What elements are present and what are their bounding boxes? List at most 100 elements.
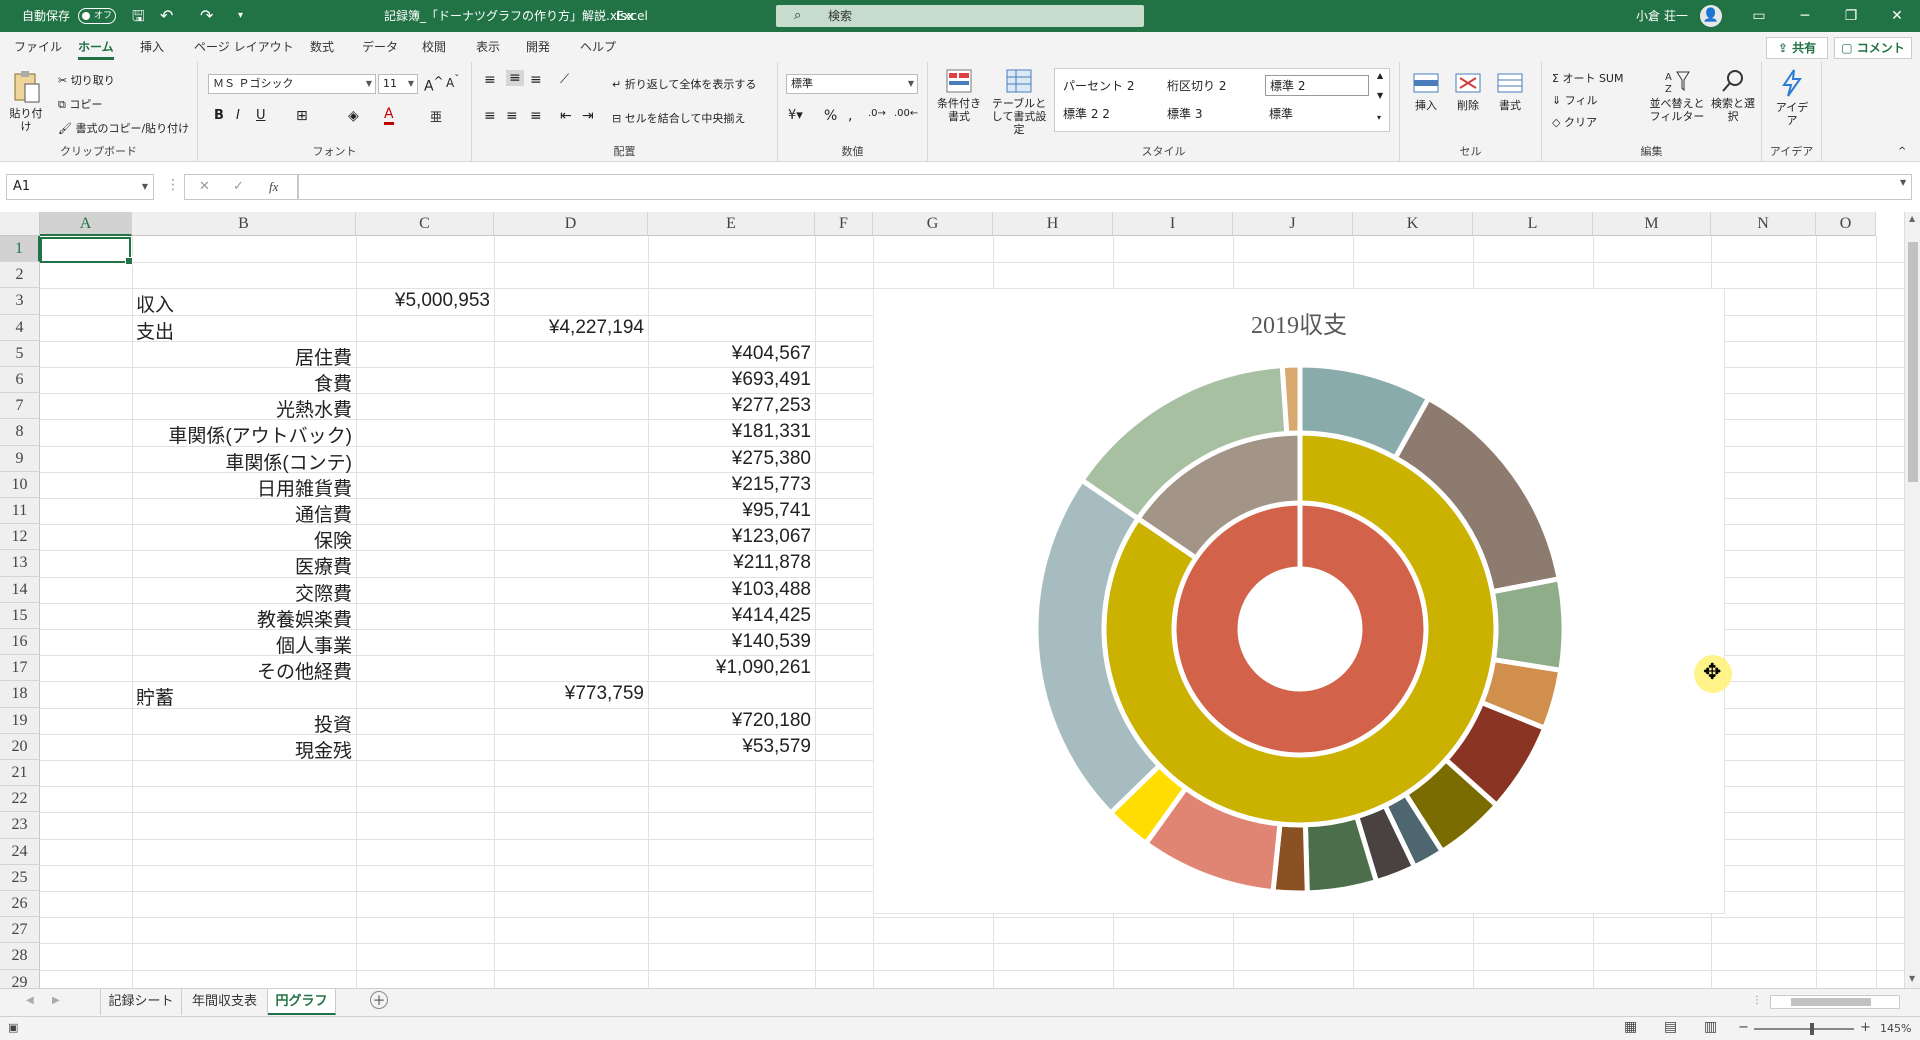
scroll-down-icon[interactable]: ▼ (1909, 974, 1915, 983)
sheet-tab-record[interactable]: 記録シート (100, 989, 182, 1015)
cell-b11[interactable]: 通信費 (132, 500, 352, 527)
macro-record-icon[interactable]: ▣ (8, 1021, 18, 1034)
formula-options-icon[interactable]: ⋮ (166, 177, 180, 193)
align-top-icon[interactable]: ≡ (484, 72, 496, 88)
row-header-18[interactable]: 18 (0, 681, 40, 708)
tab-file[interactable]: ファイル (14, 32, 62, 62)
format-as-table-button[interactable]: テーブルとして書式設定 (990, 68, 1048, 136)
cell-b20[interactable]: 現金残 (132, 736, 352, 763)
percent-icon[interactable]: % (824, 108, 837, 124)
ideas-button[interactable]: アイデア (1772, 68, 1812, 127)
cell-b15[interactable]: 教養娯楽費 (132, 605, 352, 632)
row-header-3[interactable]: 3 (0, 288, 40, 315)
merge-center-button[interactable]: ⊟ セルを結合して中央揃え (612, 110, 745, 126)
underline-icon[interactable]: U (256, 108, 266, 123)
tab-formulas[interactable]: 数式 (310, 32, 334, 62)
increase-decimal-icon[interactable]: .0→ (868, 108, 886, 119)
row-header-27[interactable]: 27 (0, 917, 40, 944)
align-right-icon[interactable]: ≡ (530, 108, 542, 124)
clear-button[interactable]: ◇ クリア (1552, 114, 1597, 130)
phonetic-icon[interactable]: 亜 (430, 108, 442, 125)
vertical-scrollbar[interactable]: ▲ ▼ (1904, 212, 1920, 988)
row-header-26[interactable]: 26 (0, 891, 40, 918)
chart-title[interactable]: 2019収支 (874, 305, 1724, 340)
tab-insert[interactable]: 挿入 (140, 32, 164, 62)
cell-e8[interactable]: ¥181,331 (648, 421, 811, 443)
add-sheet-button[interactable]: + (370, 991, 388, 1009)
currency-icon[interactable]: ¥▾ (788, 108, 803, 123)
style-percent-2[interactable]: パーセント 2 (1063, 77, 1134, 94)
gallery-up-icon[interactable]: ▲ (1377, 71, 1383, 80)
zoom-level[interactable]: 145% (1880, 1022, 1911, 1035)
conditional-formatting-button[interactable]: 条件付き書式 (936, 68, 982, 123)
row-header-2[interactable]: 2 (0, 262, 40, 289)
normal-view-icon[interactable]: ▦ (1624, 1019, 1637, 1035)
sort-filter-button[interactable]: AZ 並べ替えとフィルター (1648, 68, 1706, 123)
row-header-6[interactable]: 6 (0, 367, 40, 394)
cell-e19[interactable]: ¥720,180 (648, 710, 811, 732)
copy-button[interactable]: ⧉ コピー (58, 96, 102, 112)
comma-icon[interactable]: , (848, 108, 852, 124)
column-header-h[interactable]: H (993, 212, 1113, 236)
orientation-icon[interactable]: ⟋ (560, 72, 569, 87)
align-center-icon[interactable]: ≡ (506, 108, 518, 124)
expand-formula-icon[interactable]: ▼ (1900, 178, 1906, 187)
row-header-22[interactable]: 22 (0, 786, 40, 813)
row-header-7[interactable]: 7 (0, 393, 40, 420)
name-box[interactable]: A1 ▼ (6, 174, 154, 200)
row-header-5[interactable]: 5 (0, 340, 40, 367)
cell-b4[interactable]: 支出 (136, 317, 174, 344)
cell-b19[interactable]: 投資 (132, 710, 352, 737)
wrap-text-button[interactable]: ↵ 折り返して全体を表示する (612, 76, 756, 92)
cell-b8[interactable]: 車関係(アウトバック) (132, 421, 352, 448)
format-cells-button[interactable]: 書式 (1492, 70, 1528, 112)
row-header-1[interactable]: 1 (0, 236, 40, 263)
tab-review[interactable]: 校閲 (422, 32, 446, 62)
column-header-c[interactable]: C (356, 212, 494, 236)
style-normal-2[interactable]: 標準 2 (1265, 75, 1369, 96)
row-header-24[interactable]: 24 (0, 838, 40, 865)
row-header-29[interactable]: 29 (0, 969, 40, 988)
horizontal-scrollbar[interactable] (1770, 995, 1900, 1009)
cell-b5[interactable]: 居住費 (132, 343, 352, 370)
cancel-icon[interactable]: ✕ (199, 175, 210, 199)
user-name[interactable]: 小倉 荘一 (1636, 0, 1688, 32)
scroll-up-icon[interactable]: ▲ (1909, 214, 1915, 223)
row-header-13[interactable]: 13 (0, 550, 40, 577)
cell-b13[interactable]: 医療費 (132, 552, 352, 579)
autosum-button[interactable]: Σ オート SUM (1552, 70, 1623, 86)
cell-b17[interactable]: その他経費 (132, 657, 352, 684)
align-middle-icon[interactable]: ≡ (506, 70, 524, 86)
style-normal-2-2[interactable]: 標準 2 2 (1063, 105, 1110, 122)
save-icon[interactable]: 🖫 (132, 0, 145, 32)
cell-e6[interactable]: ¥693,491 (648, 369, 811, 391)
cell-e7[interactable]: ¥277,253 (648, 395, 811, 417)
cell-e20[interactable]: ¥53,579 (648, 736, 811, 758)
page-layout-view-icon[interactable]: ▤ (1664, 1019, 1677, 1035)
row-header-15[interactable]: 15 (0, 602, 40, 629)
active-cell-a1[interactable] (40, 237, 133, 265)
row-header-14[interactable]: 14 (0, 576, 40, 603)
sheet-tab-pie-chart[interactable]: 円グラフ (268, 989, 336, 1015)
avatar[interactable]: 👤 (1700, 5, 1722, 27)
search-box[interactable]: ⌕ 検索 (776, 5, 1144, 27)
cell-c3[interactable]: ¥5,000,953 (356, 290, 490, 312)
cell-e13[interactable]: ¥211,878 (648, 552, 811, 574)
row-header-20[interactable]: 20 (0, 733, 40, 760)
cell-e10[interactable]: ¥215,773 (648, 474, 811, 496)
split-handle-icon[interactable]: ⋮ (1752, 995, 1762, 1006)
cell-b3[interactable]: 収入 (136, 290, 174, 317)
row-header-23[interactable]: 23 (0, 812, 40, 839)
align-bottom-icon[interactable]: ≡ (530, 72, 542, 88)
enter-icon[interactable]: ✓ (233, 175, 244, 199)
sheet-tab-annual[interactable]: 年間収支表 (182, 989, 268, 1015)
tab-data[interactable]: データ (362, 32, 398, 62)
shrink-font-icon[interactable]: Aˇ (446, 74, 459, 90)
restore-icon[interactable]: ❐ (1828, 0, 1874, 32)
tab-help[interactable]: ヘルプ (580, 32, 616, 62)
align-left-icon[interactable]: ≡ (484, 108, 496, 124)
column-header-n[interactable]: N (1711, 212, 1816, 236)
cell-b12[interactable]: 保険 (132, 526, 352, 553)
zoom-out-icon[interactable]: − (1738, 1020, 1749, 1035)
row-header-12[interactable]: 12 (0, 524, 40, 551)
